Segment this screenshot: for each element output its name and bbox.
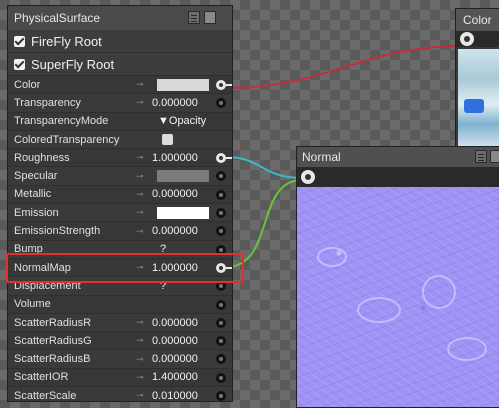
node-title: PhysicalSurface <box>14 11 101 25</box>
node-menu-button[interactable] <box>188 11 200 24</box>
color-node-title: Color <box>456 9 499 31</box>
property-row-scatterradiusb[interactable]: ScatterRadiusB ⊸ 0.000000 <box>8 350 232 369</box>
keyframe-icon[interactable]: ⊸ <box>136 317 144 328</box>
property-row-scatterior[interactable]: ScatterIOR ⊸ 1.400000 <box>8 368 232 388</box>
property-row-color[interactable]: Color ⊸ <box>8 76 232 95</box>
property-name: ScatterRadiusG <box>14 334 92 347</box>
input-socket[interactable] <box>216 80 232 90</box>
property-row-volume[interactable]: Volume <box>8 295 232 314</box>
firefly-root-label: FireFly Root <box>31 33 102 49</box>
property-name: EmissionStrength <box>14 225 101 238</box>
input-socket[interactable] <box>216 299 226 310</box>
property-row-coloredtransparency[interactable]: ColoredTransparency <box>8 131 232 150</box>
property-row-metallic[interactable]: Metallic ⊸ 0.000000 <box>8 185 232 205</box>
input-socket[interactable] <box>216 226 226 237</box>
property-name: Transparency <box>14 96 81 109</box>
input-socket[interactable] <box>216 372 226 383</box>
node-title-bar[interactable]: PhysicalSurface <box>8 6 232 30</box>
property-name: ScatterIOR <box>14 371 69 384</box>
property-name: ScatterRadiusR <box>14 316 92 329</box>
input-socket[interactable] <box>216 336 226 347</box>
property-name: Roughness <box>14 151 70 164</box>
keyframe-icon[interactable]: ⊸ <box>136 207 144 218</box>
normal-map-preview <box>297 187 499 407</box>
property-row-roughness[interactable]: Roughness ⊸ 1.000000 <box>8 149 232 168</box>
normal-node-title-text: Normal <box>302 150 341 164</box>
roughness-wire <box>225 156 303 179</box>
mode-dropdown[interactable]: ▼Opacity <box>158 115 206 127</box>
node-collapse-button[interactable] <box>204 11 216 24</box>
normal-node-output-socket[interactable] <box>301 170 315 184</box>
normal-node-output-bar <box>297 167 499 187</box>
property-value[interactable]: 0.000000 <box>152 225 198 237</box>
property-name: ColoredTransparency <box>14 133 120 146</box>
keyframe-icon[interactable]: ⊸ <box>136 335 144 346</box>
color-swatch[interactable] <box>157 79 209 91</box>
superfly-root-label: SuperFly Root <box>31 56 115 72</box>
property-name: Specular <box>14 170 58 183</box>
keyframe-icon[interactable]: ⊸ <box>136 189 144 200</box>
keyframe-icon[interactable]: ⊸ <box>136 171 144 182</box>
property-row-emission[interactable]: Emission ⊸ <box>8 204 232 223</box>
input-socket[interactable] <box>216 171 226 182</box>
input-socket[interactable] <box>216 189 226 200</box>
property-value[interactable]: 0.000000 <box>152 353 198 365</box>
input-socket[interactable] <box>216 98 226 109</box>
color-texture-preview <box>458 49 499 149</box>
firefly-root-row[interactable]: FireFly Root <box>8 30 232 53</box>
property-row-scatterradiusg[interactable]: ScatterRadiusG ⊸ 0.000000 <box>8 332 232 351</box>
property-name: Volume <box>14 298 51 311</box>
superfly-root-checkbox[interactable] <box>14 58 25 70</box>
keyframe-icon[interactable]: ⊸ <box>136 226 144 237</box>
property-row-emissionstrength[interactable]: EmissionStrength ⊸ 0.000000 <box>8 222 232 241</box>
keyframe-icon[interactable]: ⊸ <box>136 97 144 108</box>
superfly-root-row[interactable]: SuperFly Root <box>8 53 232 76</box>
property-name: TransparencyMode <box>14 115 109 128</box>
color-wire <box>225 45 463 89</box>
property-name: ScatterRadiusB <box>14 353 91 366</box>
property-name: Emission <box>14 206 59 219</box>
firefly-root-checkbox[interactable] <box>14 35 25 47</box>
keyframe-icon[interactable]: ⊸ <box>136 79 144 90</box>
input-socket[interactable] <box>216 208 226 219</box>
property-value[interactable]: 0.000000 <box>152 335 198 347</box>
color-swatch[interactable] <box>157 207 209 220</box>
property-value[interactable]: 0.000000 <box>152 317 198 329</box>
property-row-transparency[interactable]: Transparency ⊸ 0.000000 <box>8 94 232 113</box>
keyframe-icon[interactable]: ⊸ <box>136 372 144 383</box>
normal-node-title: Normal <box>297 147 499 167</box>
color-node-output-socket[interactable] <box>460 32 474 46</box>
property-value[interactable]: 0.000000 <box>152 188 198 200</box>
input-socket[interactable] <box>216 317 226 328</box>
color-node[interactable]: Color <box>455 8 499 150</box>
physical-surface-node[interactable]: PhysicalSurface FireFly Root SuperFly Ro… <box>7 5 233 402</box>
input-socket[interactable] <box>216 354 226 365</box>
property-list: Color ⊸ Transparency ⊸ 0.000000 TransparencyM… <box>8 76 232 401</box>
property-value[interactable]: 1.000000 <box>152 152 198 164</box>
keyframe-icon[interactable]: ⊸ <box>136 354 144 365</box>
keyframe-icon[interactable]: ⊸ <box>136 152 144 163</box>
property-row-transparencymode[interactable]: TransparencyMode ▼Opacity <box>8 112 232 131</box>
normal-node-menu-button[interactable] <box>475 150 487 163</box>
colored-transparency-checkbox[interactable] <box>162 133 173 145</box>
property-row-specular[interactable]: Specular ⊸ <box>8 167 232 186</box>
normal-node-collapse-button[interactable] <box>490 150 499 163</box>
property-name: Metallic <box>14 188 52 201</box>
property-value[interactable]: 0.000000 <box>152 97 198 109</box>
property-value[interactable]: 1.400000 <box>152 371 198 383</box>
normal-node[interactable]: Normal <box>296 146 499 408</box>
input-socket[interactable] <box>216 153 232 164</box>
property-row-scatterradiusr[interactable]: ScatterRadiusR ⊸ 0.000000 <box>8 314 232 333</box>
color-node-output-bar <box>456 31 499 47</box>
color-swatch[interactable] <box>157 170 209 183</box>
property-name: Color <box>14 78 41 91</box>
normalmap-highlight-box <box>6 253 244 283</box>
